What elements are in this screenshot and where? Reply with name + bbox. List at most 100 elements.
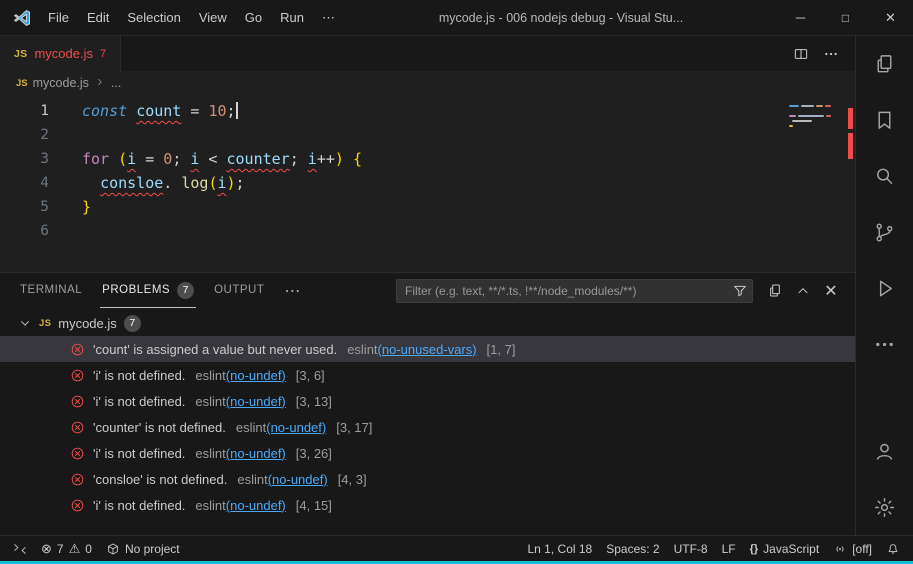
code-line-1[interactable]: const count = 10; — [82, 99, 855, 123]
package-icon — [106, 542, 120, 556]
problem-rule-link[interactable]: (no-undef) — [226, 394, 286, 409]
code-line-5[interactable]: } — [82, 195, 855, 219]
panel-tab-output[interactable]: OUTPUT — [212, 273, 266, 308]
maximize-panel-chevron-up-icon[interactable] — [789, 278, 817, 304]
problem-message: 'consloe' is not defined. — [93, 471, 228, 487]
problem-message: 'i' is not defined. — [93, 497, 186, 513]
close-panel-icon[interactable]: ✕ — [817, 278, 845, 304]
indentation[interactable]: Spaces: 2 — [599, 536, 666, 561]
problem-row[interactable]: 'counter' is not defined. eslint(no-unde… — [0, 414, 855, 440]
title-bar: File Edit Selection View Go Run ⋯ mycode.js - … — [0, 0, 913, 36]
files-icon[interactable] — [856, 36, 913, 92]
split-editor-icon[interactable] — [787, 41, 815, 67]
problem-position: [3, 26] — [295, 445, 332, 461]
problems-filter-input[interactable] — [396, 278, 753, 303]
encoding[interactable]: UTF-8 — [667, 536, 715, 561]
line-number: 3 — [40, 151, 49, 167]
menu-view[interactable]: View — [190, 0, 236, 36]
settings-gear-icon[interactable] — [856, 479, 913, 535]
tab-label: mycode.js — [34, 46, 93, 61]
problem-source: eslint(no-undef) — [195, 497, 286, 513]
breadcrumb[interactable]: JS mycode.js ... — [0, 71, 855, 95]
overview-ruler-error-mark — [848, 108, 853, 129]
eol-selector[interactable]: LF — [715, 536, 743, 561]
problem-rule-link[interactable]: (no-undef) — [226, 498, 286, 513]
problem-rule-link[interactable]: (no-undef) — [266, 420, 326, 435]
menu-bar: File Edit Selection View Go Run ⋯ — [39, 0, 344, 36]
problem-position: [4, 3] — [337, 471, 367, 487]
problem-row[interactable]: 'i' is not defined. eslint(no-undef) [3,… — [0, 440, 855, 466]
menu-file[interactable]: File — [39, 0, 78, 36]
panel-tab-problems[interactable]: PROBLEMS 7 — [100, 273, 197, 308]
editor-more-actions-icon[interactable] — [817, 41, 845, 67]
problem-row[interactable]: 'i' is not defined. eslint(no-undef) [3,… — [0, 362, 855, 388]
port-status[interactable]: [off] — [826, 536, 879, 561]
notifications-bell[interactable] — [879, 536, 907, 561]
language-mode[interactable]: {} JavaScript — [743, 536, 827, 561]
problem-rule-link[interactable]: (no-undef) — [268, 472, 328, 487]
js-file-icon: JS — [14, 47, 28, 60]
code-line-4[interactable]: consloe. log(i); — [82, 171, 855, 195]
problem-rule-link[interactable]: (no-unused-vars) — [378, 342, 477, 357]
problem-source: eslint(no-undef) — [237, 471, 328, 487]
close-button[interactable]: ✕ — [868, 0, 913, 36]
problem-source: eslint(no-undef) — [195, 445, 286, 461]
tab-mycode-js[interactable]: JS mycode.js 7 — [0, 36, 122, 71]
problem-message: 'i' is not defined. — [93, 445, 186, 461]
bottom-panel: TERMINAL PROBLEMS 7 OUTPUT ⋯ Filter (e.g… — [0, 272, 855, 535]
cursor-position[interactable]: Ln 1, Col 18 — [521, 536, 600, 561]
code-editor[interactable]: 1 2 3 4 5 6 const count = 10; for (i = 0; i < … — [0, 95, 855, 272]
error-icon — [70, 368, 85, 383]
breadcrumb-more[interactable]: ... — [111, 76, 121, 90]
code-line-3[interactable]: for (i = 0; i < counter; i++) { — [82, 147, 855, 171]
menu-selection[interactable]: Selection — [118, 0, 189, 36]
menu-go[interactable]: Go — [236, 0, 271, 36]
maximize-button[interactable]: □ — [823, 0, 868, 36]
problem-source: eslint(no-undef) — [195, 393, 286, 409]
problem-position: [3, 17] — [336, 419, 373, 435]
problem-position: [3, 13] — [295, 393, 332, 409]
problem-row[interactable]: 'consloe' is not defined. eslint(no-unde… — [0, 466, 855, 492]
problem-row[interactable]: 'i' is not defined. eslint(no-undef) [4,… — [0, 492, 855, 518]
error-icon — [70, 472, 85, 487]
js-file-icon: JS — [16, 77, 28, 89]
status-bar: ⊗ 7 ⚠ 0 No project Ln 1, Col 18 Spaces: … — [0, 535, 913, 561]
problem-rule-link[interactable]: (no-undef) — [226, 368, 286, 383]
project-label: No project — [124, 541, 180, 556]
code-lines[interactable]: const count = 10; for (i = 0; i < counter… — [62, 95, 855, 272]
code-line-6[interactable] — [82, 219, 855, 243]
run-debug-icon[interactable] — [856, 260, 913, 316]
minimap[interactable] — [789, 105, 837, 130]
problems-status[interactable]: ⊗ 7 ⚠ 0 — [34, 536, 99, 561]
problem-source: eslint(no-unused-vars) — [347, 341, 477, 357]
remote-window-button[interactable] — [6, 536, 34, 561]
copy-icon[interactable] — [761, 278, 789, 304]
problem-row[interactable]: 'count' is assigned a value but never us… — [0, 336, 855, 362]
more-views-icon[interactable] — [856, 316, 913, 372]
chevron-down-icon[interactable] — [18, 316, 32, 330]
problem-row[interactable]: 'i' is not defined. eslint(no-undef) [3,… — [0, 388, 855, 414]
warnings-icon: ⚠ — [68, 540, 81, 556]
language-label: JavaScript — [763, 541, 820, 556]
search-icon[interactable] — [856, 148, 913, 204]
error-icon — [70, 420, 85, 435]
menu-edit[interactable]: Edit — [78, 0, 118, 36]
minimize-button[interactable]: ─ — [778, 0, 823, 36]
bookmark-icon[interactable] — [856, 92, 913, 148]
problem-message: 'i' is not defined. — [93, 367, 186, 383]
line-number: 6 — [40, 223, 49, 239]
menu-run[interactable]: Run — [271, 0, 313, 36]
problems-file-group[interactable]: JS mycode.js 7 — [0, 310, 855, 336]
panel-tab-terminal[interactable]: TERMINAL — [18, 273, 84, 308]
code-line-2[interactable] — [82, 123, 855, 147]
project-status[interactable]: No project — [99, 536, 187, 561]
account-icon[interactable] — [856, 423, 913, 479]
source-control-icon[interactable] — [856, 204, 913, 260]
breadcrumb-file[interactable]: mycode.js — [33, 76, 89, 90]
problem-rule-link[interactable]: (no-undef) — [226, 446, 286, 461]
panel-more-tabs-icon[interactable]: ⋯ — [284, 281, 300, 301]
panel-header: TERMINAL PROBLEMS 7 OUTPUT ⋯ Filter (e.g… — [0, 273, 855, 308]
error-icon — [70, 342, 85, 357]
tab-error-count: 7 — [99, 47, 107, 60]
menu-more[interactable]: ⋯ — [313, 0, 344, 36]
